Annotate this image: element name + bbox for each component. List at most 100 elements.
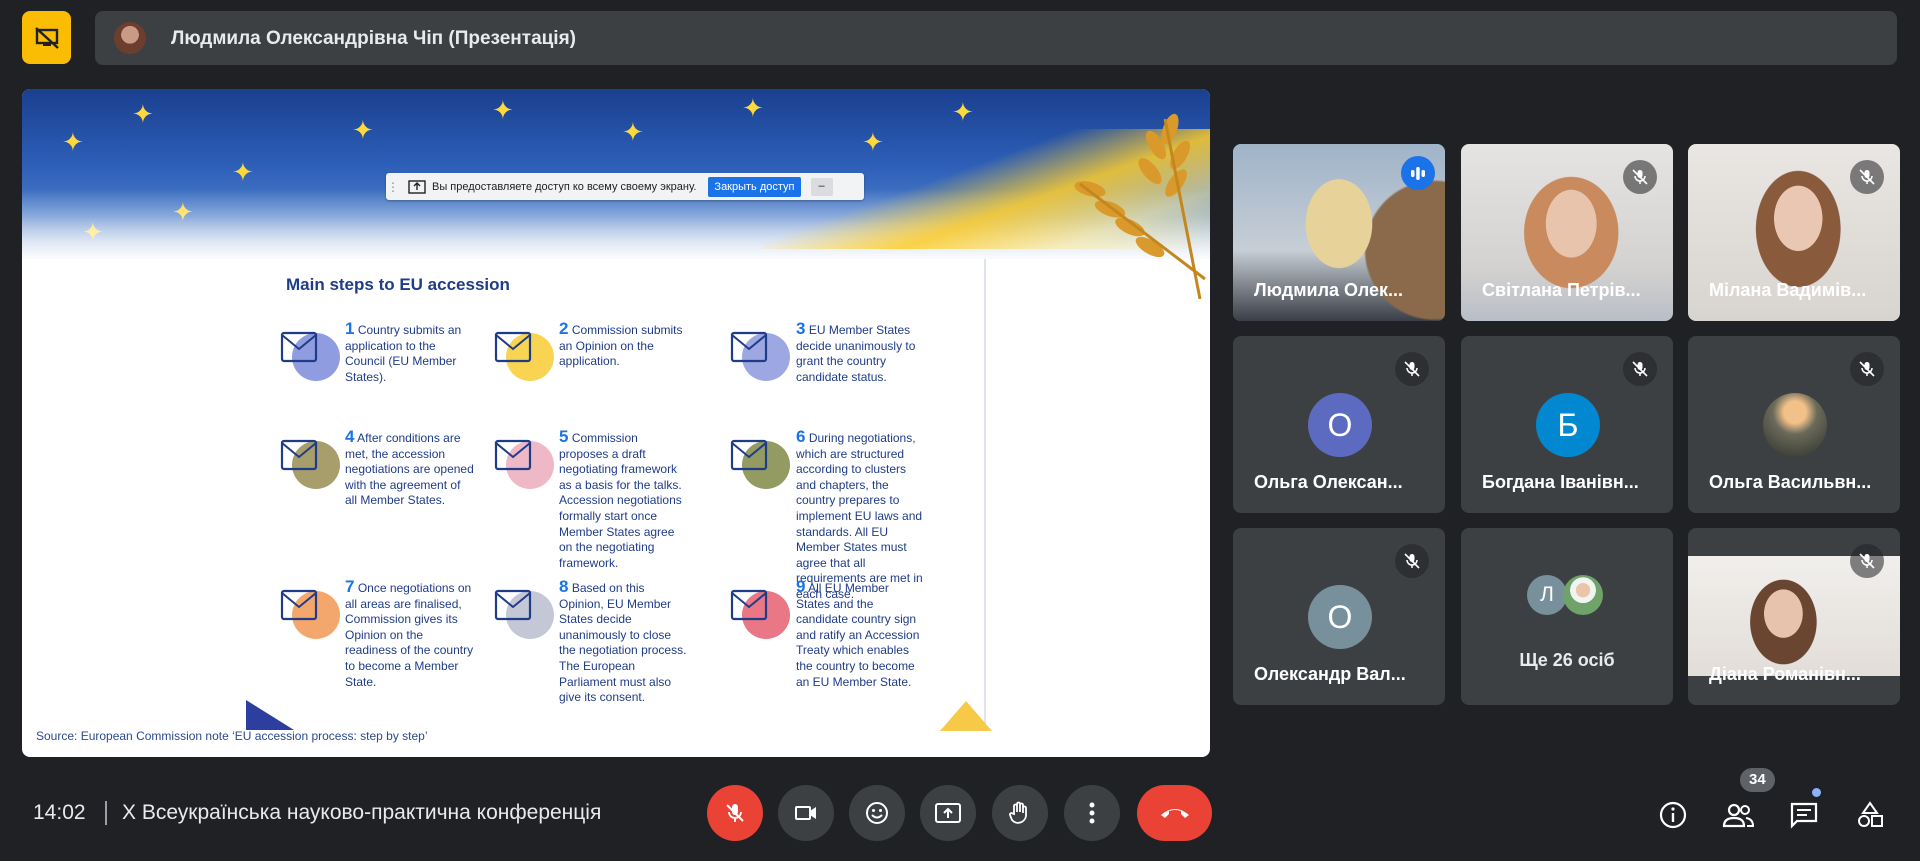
mic-off-icon — [1632, 361, 1648, 377]
participant-tile[interactable]: Мілана Вадимів... — [1688, 144, 1900, 321]
speaking-indicator — [1401, 156, 1435, 190]
slide-step: 5 Commission proposes a draft negotiatin… — [559, 427, 689, 571]
participant-tile[interactable]: Б Богдана Іванівн... — [1461, 336, 1673, 513]
chat-notification-dot — [1812, 788, 1821, 797]
share-message: Вы предоставляете доступ ко всему своему… — [432, 180, 697, 193]
leave-call-button[interactable] — [1137, 785, 1212, 841]
step-number: 3 — [796, 319, 806, 338]
step-number: 6 — [796, 427, 806, 446]
participant-tile[interactable]: О Ольга Олексан... — [1233, 336, 1445, 513]
meeting-clock: 14:02 — [33, 801, 86, 824]
document-pen-icon — [486, 425, 558, 497]
muted-indicator — [1850, 160, 1884, 194]
camera-toggle-button[interactable] — [778, 785, 834, 841]
activities-button[interactable] — [1853, 798, 1887, 832]
audio-level-icon — [1411, 167, 1425, 180]
step-number: 5 — [559, 427, 569, 446]
divider — [105, 801, 107, 825]
scales-icon — [272, 425, 344, 497]
step-number: 1 — [345, 319, 355, 338]
participant-name: Ольга Васильвн... — [1709, 472, 1872, 492]
meeting-title: X Всеукраїнська науково-практична конфер… — [122, 801, 602, 824]
divider — [984, 259, 986, 727]
step-text: Commission submits an Opinion on the app… — [559, 323, 683, 369]
more-participants-tile[interactable]: Л Ще 26 осіб — [1461, 528, 1673, 705]
step-text: After conditions are met, the accession … — [345, 431, 474, 508]
present-screen-icon — [935, 803, 961, 823]
more-options-button[interactable] — [1064, 785, 1120, 841]
participant-tile[interactable]: Діана Романівн... — [1688, 528, 1900, 705]
slide-step: 4 After conditions are met, the accessio… — [345, 427, 475, 509]
slide-step: 8 Based on this Opinion, EU Member State… — [559, 577, 689, 706]
participant-tile[interactable]: Ольга Васильвн... — [1688, 336, 1900, 513]
people-button[interactable] — [1721, 798, 1755, 832]
shapes-icon — [1858, 801, 1883, 827]
stop-sharing-button[interactable]: Закрыть доступ — [708, 176, 801, 197]
participant-name: Богдана Іванівн... — [1482, 472, 1639, 492]
participant-avatar: О — [1308, 393, 1372, 457]
step-text: Once negotiations on all areas are final… — [345, 581, 474, 689]
meeting-details-button[interactable] — [1656, 798, 1690, 832]
clipboard-icon — [722, 425, 794, 497]
slide-heading: Main steps to EU accession — [286, 275, 510, 294]
slide-step: 6 During negotiations, which are structu… — [796, 427, 926, 603]
people-icon — [1722, 803, 1755, 828]
slide-step: 3 EU Member States decide unanimously to… — [796, 319, 926, 385]
mic-off-icon — [1859, 553, 1875, 569]
participant-name: Мілана Вадимів... — [1709, 280, 1867, 300]
mic-toggle-button[interactable] — [707, 785, 763, 841]
mic-off-icon — [1859, 361, 1875, 377]
camera-icon — [795, 806, 816, 820]
corner-decoration — [940, 701, 992, 731]
muted-indicator — [1623, 352, 1657, 386]
wheat-decoration — [1074, 113, 1206, 299]
corner-decoration — [246, 700, 294, 730]
screen-share-bar: ⋮ Вы предоставляете доступ ко всему свое… — [386, 173, 864, 200]
scroll-icon — [486, 575, 558, 647]
emoji-icon — [866, 802, 888, 824]
mic-off-icon — [1404, 361, 1420, 377]
eu-flag-icon — [722, 575, 794, 647]
participant-avatar — [1763, 393, 1827, 457]
slide-source: Source: European Commission note ‘EU acc… — [36, 729, 428, 743]
hang-up-icon — [1160, 809, 1189, 818]
step-number: 2 — [559, 319, 569, 338]
drag-handle-icon[interactable]: ⋮ — [386, 180, 400, 194]
step-text: All EU Member States and the candidate c… — [796, 581, 920, 689]
participant-tile[interactable]: Світлана Петрів... — [1461, 144, 1673, 321]
people-count-badge: 34 — [1740, 768, 1775, 792]
muted-indicator — [1850, 544, 1884, 578]
raise-hand-button[interactable] — [992, 785, 1048, 841]
presentation-stop-icon-button[interactable] — [22, 11, 71, 64]
slide-step: 7 Once negotiations on all areas are fin… — [345, 578, 475, 690]
presenter-banner: Людмила Олександрівна Чіп (Презентація) — [95, 11, 1897, 65]
participant-avatar: Б — [1536, 393, 1600, 457]
hide-bar-button[interactable]: – — [810, 177, 833, 196]
participant-name: Олександр Вал... — [1254, 664, 1406, 684]
share-screen-icon — [408, 179, 426, 194]
raised-hands-icon — [722, 317, 794, 389]
more-vert-icon — [1089, 802, 1095, 824]
step-number: 8 — [559, 577, 569, 596]
mic-off-icon — [726, 804, 744, 822]
participant-name: Ольга Олексан... — [1254, 472, 1403, 492]
step-text: Commission proposes a draft negotiating … — [559, 431, 682, 570]
presentation-slide: ✦ ✦ ✦ ✦ ✦ ✦ ✦ ✦ ✦ ✦ ✦ — [22, 89, 1210, 757]
slide-step: 9 All EU Member States and the candidate… — [796, 578, 926, 690]
muted-indicator — [1850, 352, 1884, 386]
step-text: Based on this Opinion, EU Member States … — [559, 581, 687, 705]
more-participants-label: Ще 26 осіб — [1519, 650, 1615, 670]
participant-tile[interactable]: О Олександр Вал... — [1233, 528, 1445, 705]
step-text: EU Member States decide unanimously to g… — [796, 323, 916, 384]
present-now-button[interactable] — [920, 785, 976, 841]
reactions-button[interactable] — [849, 785, 905, 841]
no-present-icon — [34, 26, 59, 49]
handshake-icon — [272, 575, 344, 647]
chat-button[interactable] — [1787, 798, 1821, 832]
step-text: During negotiations, which are structure… — [796, 431, 923, 601]
participant-tile[interactable]: Людмила Олек... — [1233, 144, 1445, 321]
muted-indicator — [1623, 160, 1657, 194]
step-number: 4 — [345, 427, 355, 446]
mic-off-icon — [1404, 553, 1420, 569]
slide-step: 2 Commission submits an Opinion on the a… — [559, 319, 689, 370]
